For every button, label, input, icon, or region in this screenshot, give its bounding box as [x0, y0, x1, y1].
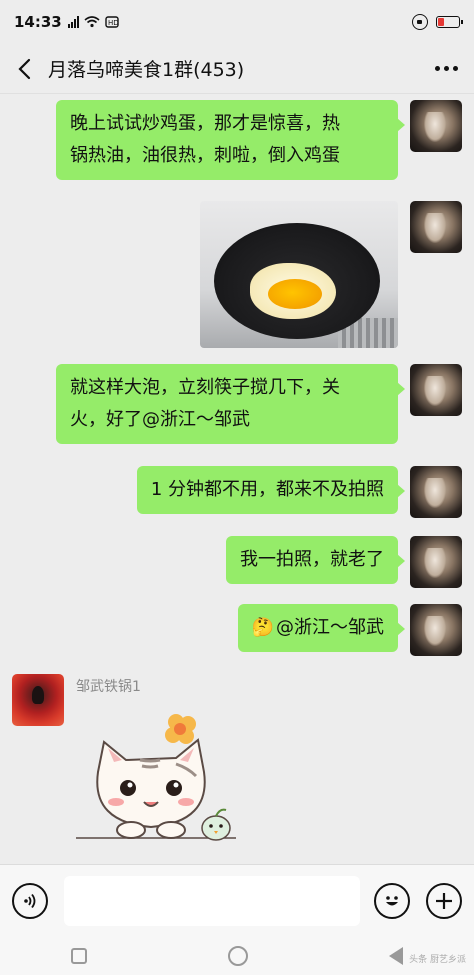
message-row	[200, 201, 462, 348]
message-bubble[interactable]: 就这样大泡，立刻筷子搅几下，关 火，好了@浙江～邹武	[56, 364, 405, 444]
message-bubble[interactable]: 我一拍照，就老了	[226, 536, 405, 584]
more-button[interactable]	[418, 44, 474, 94]
status-time: 14:33	[14, 13, 62, 31]
more-dots-icon	[434, 66, 440, 71]
system-nav-bar: 头条 厨艺乡派	[0, 936, 474, 975]
flower-icon	[165, 714, 196, 744]
signal-icon	[67, 16, 79, 28]
sender-name: 邹武铁锅1	[76, 679, 141, 695]
message-row: 我一拍照，就老了	[226, 536, 462, 588]
more-dot	[443, 66, 449, 71]
avatar[interactable]	[410, 536, 462, 588]
chevron-left-icon	[18, 58, 31, 79]
message-text: 晚上试试炒鸡蛋，那才是惊喜，热	[70, 113, 340, 134]
status-right	[412, 14, 463, 30]
message-text: 锅热油，油很热，刺啦，倒入鸡蛋	[70, 145, 340, 166]
input-actions	[374, 882, 462, 919]
bird-icon	[201, 808, 231, 841]
cat-sticker[interactable]	[76, 702, 256, 852]
message-bubble[interactable]: 🤔 @浙江～邹武	[237, 604, 406, 652]
message-row: 🤔 @浙江～邹武	[237, 604, 462, 656]
avatar[interactable]	[410, 100, 462, 152]
message-row: 1 分钟都不用，都来不及拍照	[136, 466, 462, 518]
battery-icon	[436, 16, 463, 28]
message-row: 邹武铁锅1	[12, 674, 256, 852]
message-text: @浙江～邹武	[276, 617, 384, 638]
avatar[interactable]	[410, 604, 462, 656]
message-row: 就这样大泡，立刻筷子搅几下，关 火，好了@浙江～邹武	[56, 364, 462, 444]
status-icons: HD	[67, 16, 119, 28]
message-text: 火，好了@浙江～邹武	[70, 409, 250, 430]
message-list[interactable]: 晚上试试炒鸡蛋，那才是惊喜，热 锅热油，油很热，刺啦，倒入鸡蛋 就这样大泡，立刻…	[0, 94, 474, 864]
svg-text:HD: HD	[108, 19, 119, 27]
message-text: 我一拍照，就老了	[240, 549, 384, 570]
message-bubble[interactable]: 晚上试试炒鸡蛋，那才是惊喜，热 锅热油，油很热，刺啦，倒入鸡蛋	[56, 100, 405, 180]
watermark-text: 头条 厨艺乡派	[409, 955, 466, 965]
status-bar: 14:33 HD	[0, 0, 474, 44]
nfc-icon: HD	[105, 16, 119, 28]
chat-title: 月落乌啼美食1群(453)	[48, 59, 245, 81]
message-text: 就这样大泡，立刻筷子搅几下，关	[70, 377, 340, 398]
home-button[interactable]	[227, 945, 248, 966]
egg-yolk	[268, 279, 322, 309]
message-text: 1 分钟都不用，都来不及拍照	[150, 479, 384, 500]
system-back-button[interactable]	[389, 946, 404, 965]
cat-sticker-image	[76, 714, 236, 841]
thinking-emoji: 🤔	[251, 617, 274, 638]
wifi-icon	[84, 16, 100, 28]
voice-icon	[24, 893, 36, 908]
avatar[interactable]	[410, 201, 462, 253]
voice-button[interactable]	[12, 882, 48, 919]
message-row: 晚上试试炒鸡蛋，那才是惊喜，热 锅热油，油很热，刺啦，倒入鸡蛋	[56, 100, 462, 180]
back-button[interactable]	[0, 44, 48, 94]
plus-icon	[436, 892, 452, 909]
message-bubble[interactable]: 1 分钟都不用，都来不及拍照	[136, 466, 406, 514]
recent-apps-button[interactable]	[70, 947, 87, 964]
avatar[interactable]	[12, 674, 64, 726]
avatar[interactable]	[410, 364, 462, 416]
input-bar	[0, 864, 474, 936]
more-dot	[452, 66, 458, 71]
avatar[interactable]	[410, 466, 462, 518]
plus-button[interactable]	[426, 882, 462, 919]
message-input[interactable]	[64, 875, 360, 926]
fried-egg-photo[interactable]	[200, 201, 398, 348]
emoji-button[interactable]	[374, 882, 410, 919]
chat-header: 月落乌啼美食1群(453)	[0, 44, 474, 94]
emoji-icon	[386, 895, 398, 905]
rotation-lock-icon	[412, 14, 428, 30]
